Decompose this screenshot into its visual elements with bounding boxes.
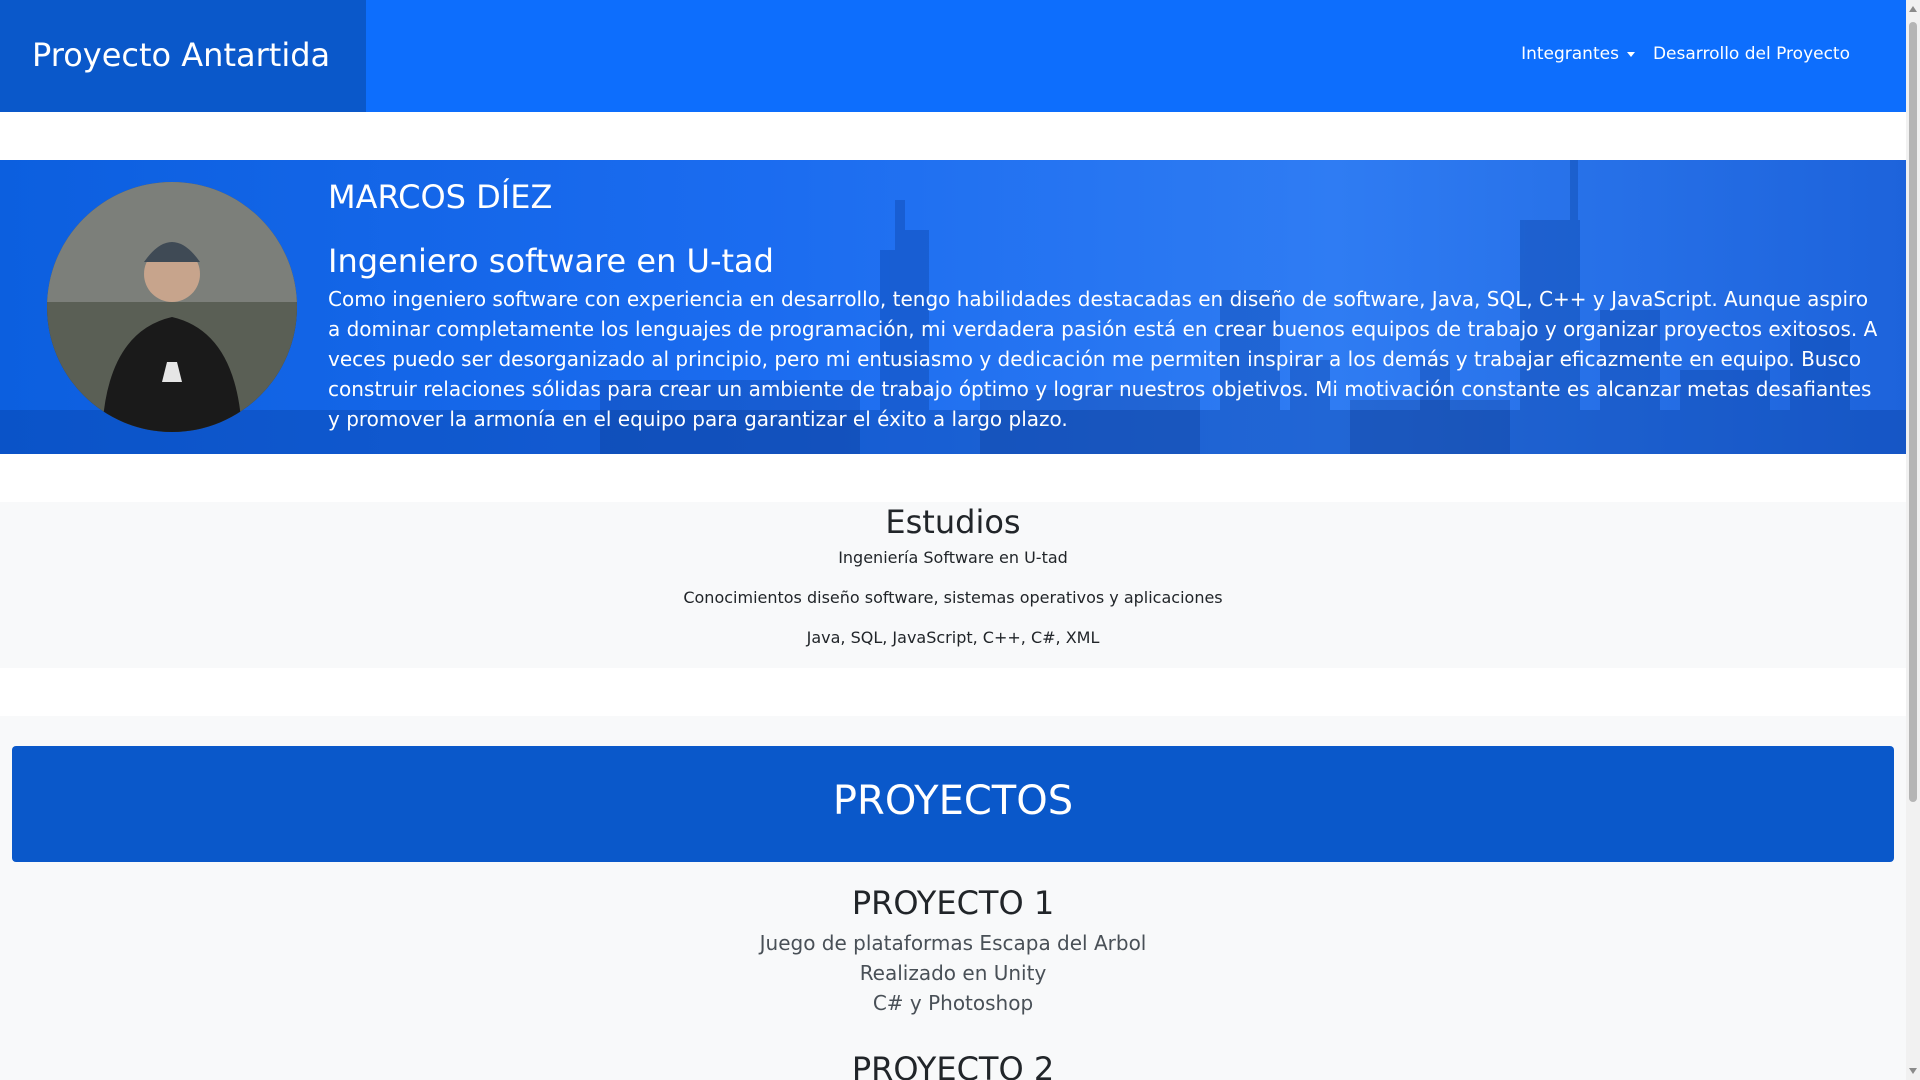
studies-item: Conocimientos diseño software, sistemas … xyxy=(683,588,1223,607)
profile-photo xyxy=(47,182,297,432)
page: Proyecto Antartida Integrantes Desarroll… xyxy=(0,0,1906,1080)
profile-description: Como ingeniero software con experiencia … xyxy=(328,287,1878,431)
nav-integrantes-label: Integrantes xyxy=(1521,44,1619,64)
navbar: Proyecto Antartida Integrantes Desarroll… xyxy=(0,0,1906,112)
project-card: PROYECTO 1 Juego de plataformas Escapa d… xyxy=(0,884,1906,1018)
profile-role: Ingeniero software en U-tad xyxy=(328,242,774,280)
nav-desarrollo-label: Desarrollo del Proyecto xyxy=(1652,44,1850,64)
profile-hero: MARCOS DÍEZ Ingeniero software en U-tad … xyxy=(0,160,1906,454)
brand-box: Proyecto Antartida xyxy=(0,0,366,112)
project-detail: Juego de plataformas Escapa del Arbol xyxy=(759,931,1147,955)
avatar xyxy=(47,182,297,432)
caret-down-icon xyxy=(1626,51,1635,57)
project-title: PROYECTO 1 xyxy=(851,884,1055,922)
nav-links: Integrantes Desarrollo del Proyecto xyxy=(1521,44,1850,64)
projects-banner: PROYECTOS xyxy=(12,746,1894,862)
studies-section: Estudios Ingeniería Software en U-tad Co… xyxy=(0,502,1906,668)
project-detail: Realizado en Unity xyxy=(859,961,1047,985)
brand-link[interactable]: Proyecto Antartida xyxy=(32,36,330,74)
project-title: PROYECTO 2 xyxy=(851,1050,1055,1080)
scroll-thumb[interactable] xyxy=(1909,22,1917,802)
profile-name: MARCOS DÍEZ xyxy=(328,178,553,216)
studies-title: Estudios xyxy=(885,503,1021,541)
nav-desarrollo-link[interactable]: Desarrollo del Proyecto xyxy=(1653,44,1850,64)
project-detail: C# y Photoshop xyxy=(872,991,1034,1015)
vertical-scrollbar[interactable] xyxy=(1906,0,1920,1080)
project-card: PROYECTO 2 xyxy=(0,1050,1906,1080)
scroll-down-arrow-icon[interactable] xyxy=(1909,1068,1917,1074)
hero-text: MARCOS DÍEZ Ingeniero software en U-tad … xyxy=(328,178,1878,434)
studies-item: Java, SQL, JavaScript, C++, C#, XML xyxy=(806,628,1100,647)
nav-integrantes-dropdown[interactable]: Integrantes xyxy=(1521,44,1635,64)
projects-section: PROYECTOS PROYECTO 1 Juego de plataforma… xyxy=(0,716,1906,1080)
scroll-up-arrow-icon[interactable] xyxy=(1909,6,1917,12)
projects-heading: PROYECTOS xyxy=(832,778,1074,824)
studies-item: Ingeniería Software en U-tad xyxy=(838,548,1068,567)
